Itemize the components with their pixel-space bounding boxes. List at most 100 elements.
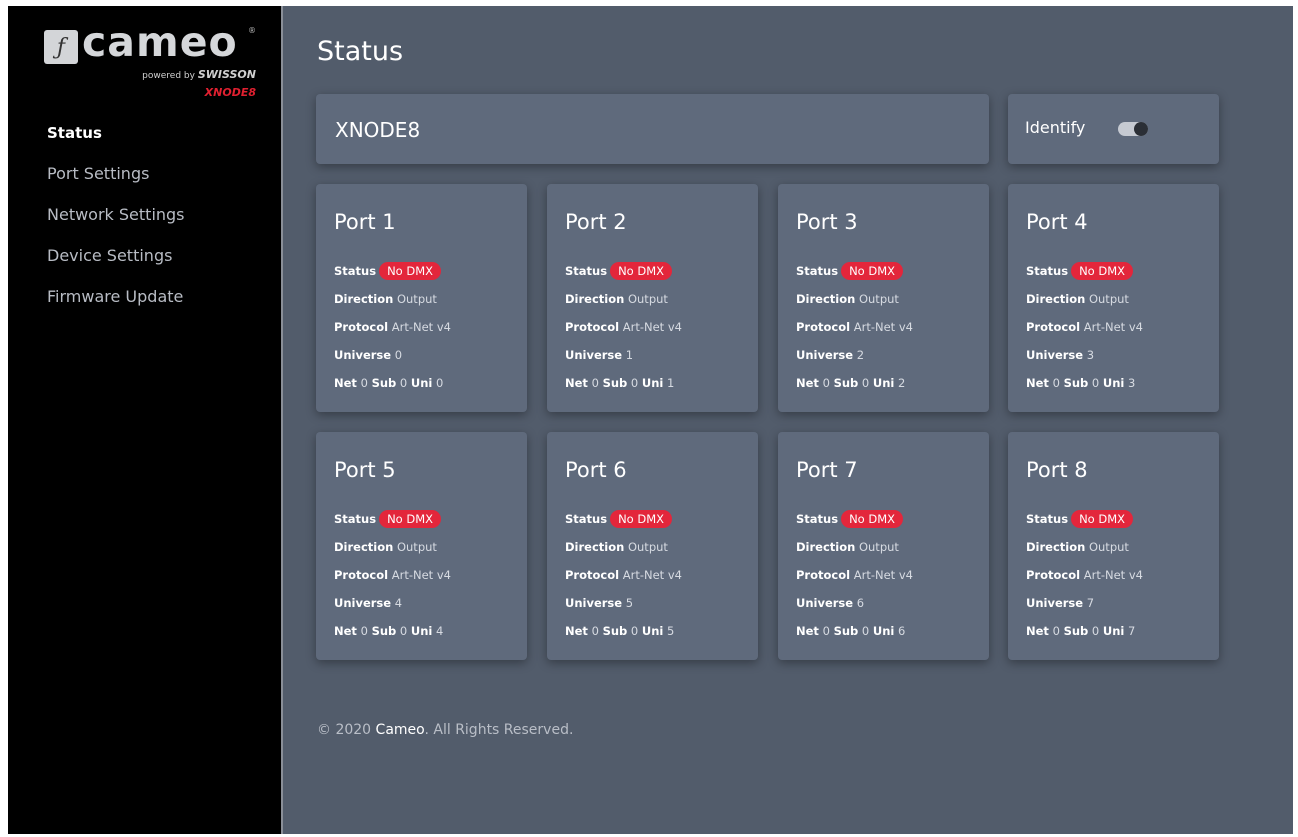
port-direction-row: Direction Output: [565, 538, 682, 566]
nav-item-status[interactable]: Status: [47, 122, 185, 163]
footer: © 2020 Cameo. All Rights Reserved.: [317, 722, 573, 738]
port-status-row: Status No DMX: [334, 510, 451, 538]
universe-value: 1: [625, 348, 634, 362]
port-status-row: Status No DMX: [796, 262, 913, 290]
status-label: Status: [565, 264, 608, 278]
direction-value: Output: [396, 540, 437, 554]
status-label: Status: [1026, 512, 1069, 526]
nav-item-firmware-update[interactable]: Firmware Update: [47, 286, 185, 327]
powered-by-line: powered by SWISSON: [142, 68, 256, 81]
port-status-row: Status No DMX: [334, 262, 451, 290]
port-status-row: Status No DMX: [1026, 262, 1143, 290]
port-details: Status No DMX Direction Output Protocol Art…: [565, 262, 682, 402]
status-badge: No DMX: [841, 510, 904, 528]
port-address-row: Net 0 Sub 0 Uni 1: [565, 374, 682, 402]
uni-value: 4: [436, 624, 444, 638]
port-card-7: Port 7 Status No DMX Direction Output Protoc…: [778, 432, 989, 660]
port-address-row: Net 0 Sub 0 Uni 4: [334, 622, 451, 650]
net-value: 0: [1052, 624, 1060, 638]
port-title: Port 8: [1026, 458, 1088, 482]
port-details: Status No DMX Direction Output Protocol Art…: [1026, 510, 1143, 650]
port-title: Port 7: [796, 458, 858, 482]
nav-item-port-settings[interactable]: Port Settings: [47, 163, 185, 204]
universe-value: 7: [1086, 596, 1095, 610]
universe-value: 3: [1086, 348, 1095, 362]
protocol-value: Art-Net v4: [391, 320, 451, 334]
uni-label: Uni: [641, 624, 664, 638]
net-label: Net: [796, 624, 819, 638]
port-address-row: Net 0 Sub 0 Uni 0: [334, 374, 451, 402]
universe-value: 0: [394, 348, 403, 362]
port-address-row: Net 0 Sub 0 Uni 3: [1026, 374, 1143, 402]
port-card-6: Port 6 Status No DMX Direction Output Protoc…: [547, 432, 758, 660]
cameo-logo: ƒ cameo ® powered by SWISSON XNODE8: [44, 18, 256, 104]
uni-value: 6: [898, 624, 906, 638]
sub-label: Sub: [602, 624, 628, 638]
direction-label: Direction: [1026, 292, 1086, 306]
device-name: XNODE8: [335, 118, 421, 142]
port-direction-row: Direction Output: [796, 538, 913, 566]
protocol-label: Protocol: [334, 320, 389, 334]
protocol-value: Art-Net v4: [1083, 320, 1143, 334]
direction-label: Direction: [796, 292, 856, 306]
protocol-value: Art-Net v4: [853, 568, 913, 582]
nav-item-device-settings[interactable]: Device Settings: [47, 245, 185, 286]
port-universe-row: Universe 0: [334, 346, 451, 374]
port-address-row: Net 0 Sub 0 Uni 7: [1026, 622, 1143, 650]
net-value: 0: [360, 624, 368, 638]
port-universe-row: Universe 6: [796, 594, 913, 622]
direction-label: Direction: [565, 540, 625, 554]
universe-value: 4: [394, 596, 403, 610]
port-address-row: Net 0 Sub 0 Uni 5: [565, 622, 682, 650]
sub-value: 0: [1091, 376, 1100, 390]
port-title: Port 1: [334, 210, 396, 234]
status-label: Status: [1026, 264, 1069, 278]
port-card-8: Port 8 Status No DMX Direction Output Protoc…: [1008, 432, 1219, 660]
status-badge: No DMX: [379, 510, 442, 528]
port-direction-row: Direction Output: [334, 290, 451, 318]
uni-value: 5: [667, 624, 675, 638]
uni-label: Uni: [1102, 624, 1125, 638]
sub-label: Sub: [371, 624, 397, 638]
powered-by-text: powered by: [142, 71, 195, 81]
app-window: ƒ cameo ® powered by SWISSON XNODE8 Stat…: [8, 6, 1293, 834]
port-universe-row: Universe 2: [796, 346, 913, 374]
port-protocol-row: Protocol Art-Net v4: [796, 318, 913, 346]
universe-label: Universe: [565, 348, 623, 362]
sub-label: Sub: [1063, 376, 1089, 390]
sub-value: 0: [861, 624, 870, 638]
uni-value: 1: [667, 376, 675, 390]
uni-label: Uni: [872, 376, 895, 390]
nav-item-network-settings[interactable]: Network Settings: [47, 204, 185, 245]
status-badge: No DMX: [1071, 262, 1134, 280]
port-protocol-row: Protocol Art-Net v4: [334, 566, 451, 594]
port-card-2: Port 2 Status No DMX Direction Output Protoc…: [547, 184, 758, 412]
footer-brand: Cameo: [375, 722, 425, 738]
protocol-label: Protocol: [796, 320, 851, 334]
sidebar-nav: Status Port Settings Network Settings De…: [47, 122, 185, 327]
protocol-value: Art-Net v4: [853, 320, 913, 334]
status-label: Status: [796, 264, 839, 278]
port-title: Port 4: [1026, 210, 1088, 234]
port-address-row: Net 0 Sub 0 Uni 2: [796, 374, 913, 402]
identify-label: Identify: [1025, 118, 1086, 137]
sub-value: 0: [630, 624, 639, 638]
port-title: Port 3: [796, 210, 858, 234]
port-card-3: Port 3 Status No DMX Direction Output Protoc…: [778, 184, 989, 412]
port-protocol-row: Protocol Art-Net v4: [334, 318, 451, 346]
port-direction-row: Direction Output: [334, 538, 451, 566]
universe-label: Universe: [1026, 348, 1084, 362]
sub-value: 0: [399, 376, 408, 390]
sub-label: Sub: [833, 376, 859, 390]
identify-toggle[interactable]: [1118, 122, 1148, 136]
universe-label: Universe: [796, 596, 854, 610]
direction-label: Direction: [565, 292, 625, 306]
model-tag: XNODE8: [204, 86, 256, 99]
net-value: 0: [1052, 376, 1060, 390]
identify-card: Identify: [1008, 94, 1219, 164]
direction-value: Output: [858, 540, 899, 554]
uni-label: Uni: [1102, 376, 1125, 390]
universe-label: Universe: [796, 348, 854, 362]
net-value: 0: [822, 624, 830, 638]
direction-value: Output: [627, 540, 668, 554]
